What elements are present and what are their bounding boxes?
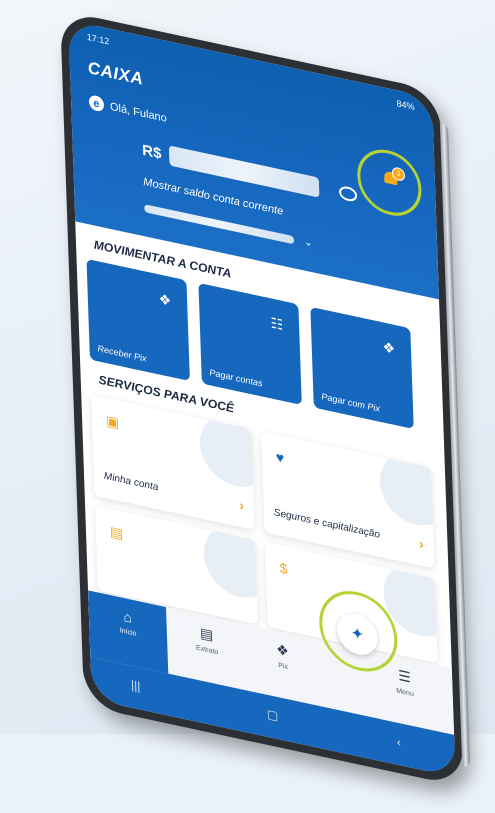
chevron-right-icon: ›	[238, 496, 245, 514]
action-label: Pagar com Pix	[321, 391, 381, 414]
action-pay-pix[interactable]: ❖ Pagar com Pix	[310, 306, 414, 430]
nav-label: Pix	[278, 662, 289, 672]
chevron-down-icon: ⌄	[303, 236, 313, 250]
chevron-right-icon: ›	[418, 535, 424, 553]
nav-label: Início	[119, 627, 137, 638]
action-pay-bills[interactable]: ☷ Pagar contas	[198, 282, 302, 406]
service-label: Seguros e capitalização	[273, 507, 381, 541]
wallet-icon: ▣	[105, 412, 120, 431]
greeting-text: Olá, Fulano	[109, 100, 168, 125]
status-battery: 84%	[396, 98, 415, 113]
statement-icon: ▤	[199, 624, 214, 644]
greeting: e Olá, Fulano	[88, 94, 168, 126]
currency-label: R$	[141, 141, 162, 163]
nav-statement[interactable]: ▤ Extrato	[176, 619, 237, 660]
user-icon: e	[88, 94, 105, 113]
heart-icon: ♥	[275, 448, 285, 467]
balance-row: R$	[142, 140, 358, 206]
account-selector[interactable]: ⌄	[144, 202, 313, 249]
pix-icon: ❖	[382, 338, 396, 358]
back-icon[interactable]: ‹	[397, 735, 401, 750]
app-screen: 17:12 84% CAIXA e Olá, Fulano 3 R$ Mostr…	[68, 19, 456, 778]
eye-icon[interactable]	[339, 184, 358, 203]
action-label: Receber Pix	[97, 343, 147, 364]
recent-apps-icon[interactable]: |||	[131, 678, 141, 694]
pix-icon: ❖	[158, 290, 172, 310]
nav-label: Extrato	[195, 644, 219, 657]
pix-icon: ❖	[275, 640, 290, 660]
barcode-icon: ☷	[270, 314, 284, 334]
phone-frame: 17:12 84% CAIXA e Olá, Fulano 3 R$ Mostr…	[60, 10, 464, 788]
highlight-ring-notification	[356, 143, 423, 222]
card-icon: ▤	[109, 522, 124, 542]
nav-label: Menu	[396, 687, 414, 699]
home-circle-icon[interactable]: ▢	[267, 707, 279, 724]
home-icon: ⌂	[123, 607, 133, 626]
action-receive-pix[interactable]: ❖ Receber Pix	[86, 258, 190, 382]
phone-mockup: 17:12 84% CAIXA e Olá, Fulano 3 R$ Mostr…	[60, 10, 485, 813]
money-hand-icon: $	[279, 559, 288, 578]
service-label: Minha conta	[103, 470, 159, 494]
nav-menu[interactable]: ☰ Menu	[374, 662, 435, 703]
caixa-logo: CAIXA	[87, 57, 144, 89]
status-time: 17:12	[86, 31, 110, 47]
action-label: Pagar contas	[209, 367, 263, 389]
nav-pix[interactable]: ❖ Pix	[252, 636, 313, 677]
